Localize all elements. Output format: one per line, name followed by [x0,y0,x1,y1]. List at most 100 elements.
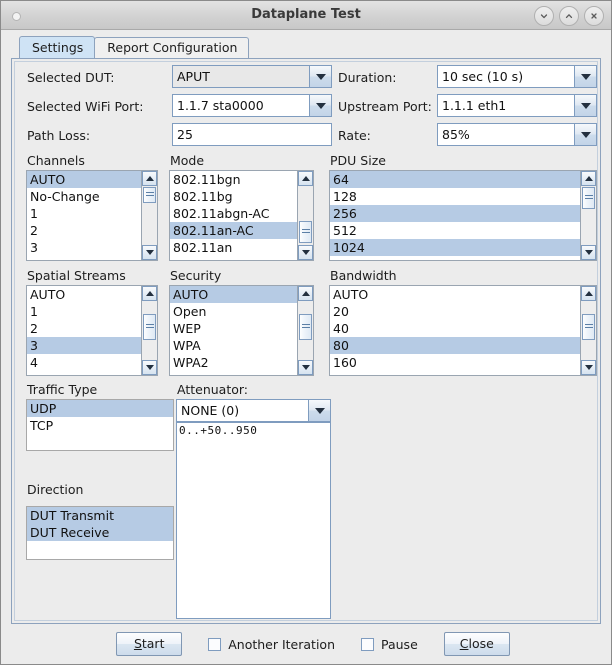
list-item[interactable]: 1 [27,205,141,222]
attenuator-combobox[interactable]: NONE (0) [176,399,331,422]
selected-dut-chevron-down-icon[interactable] [310,65,332,88]
list-item[interactable]: 40 [330,320,580,337]
minimize-button[interactable] [534,6,554,26]
scrollbar-thumb[interactable] [582,187,595,209]
duration-label: Duration: [338,70,397,85]
list-item[interactable]: 160 [330,354,580,371]
pdu-size-scrollbar[interactable] [580,171,596,260]
traffic-type-label: Traffic Type [27,382,98,397]
scrollbar-thumb[interactable] [299,314,312,340]
scroll-up-icon[interactable] [298,286,313,301]
selected-dut-combobox[interactable]: APUT [172,65,332,88]
spatial-streams-listbox[interactable]: AUTO 1 2 3 4 [26,285,158,376]
list-item[interactable]: 4 [27,354,141,371]
traffic-type-listbox[interactable]: UDP TCP [26,399,174,451]
list-item[interactable]: 802.11an [170,239,297,256]
upstream-port-combobox[interactable]: 1.1.1 eth1 [437,94,597,117]
duration-combobox[interactable]: 10 sec (10 s) [437,65,597,88]
scroll-down-icon[interactable] [142,360,157,375]
scroll-up-icon[interactable] [581,286,596,301]
list-item[interactable]: 80 [330,337,580,354]
bandwidth-listbox[interactable]: AUTO 20 40 80 160 [329,285,597,376]
direction-listbox[interactable]: DUT Transmit DUT Receive [26,506,174,560]
attenuator-chevron-down-icon[interactable] [309,399,331,422]
list-item[interactable]: 802.11bg [170,188,297,205]
list-item[interactable]: 2 [27,320,141,337]
mode-scrollbar[interactable] [297,171,313,260]
upstream-port-label: Upstream Port: [338,99,432,114]
spatial-streams-scrollbar[interactable] [141,286,157,375]
scroll-down-icon[interactable] [298,360,313,375]
list-item[interactable]: AUTO [27,171,141,188]
path-loss-input[interactable]: 25 [172,123,332,146]
start-button-mnemonic: S [133,636,142,651]
tab-settings[interactable]: Settings [19,36,96,58]
pause-checkbox-box[interactable] [361,637,374,651]
list-item[interactable]: AUTO [330,286,580,303]
path-loss-field[interactable]: 25 [172,123,332,146]
scroll-up-icon[interactable] [142,286,157,301]
upstream-port-chevron-down-icon[interactable] [575,94,597,117]
list-item[interactable]: TCP [27,417,173,434]
another-iteration-checkbox-box[interactable] [208,637,222,651]
scrollbar-thumb[interactable] [299,221,312,243]
list-item[interactable]: AUTO [27,286,141,303]
list-item[interactable]: 512 [330,222,580,239]
security-scrollbar[interactable] [297,286,313,375]
list-item[interactable]: 3 [27,239,141,256]
list-item[interactable]: 3 [27,337,141,354]
mode-listbox[interactable]: 802.11bgn 802.11bg 802.11abgn-AC 802.11a… [169,170,314,261]
duration-chevron-down-icon[interactable] [575,65,597,88]
list-item[interactable]: AUTO [170,286,297,303]
list-item[interactable]: DUT Receive [27,524,173,541]
close-action-button[interactable]: Close [443,632,510,656]
scroll-up-icon[interactable] [298,171,313,186]
scrollbar-thumb[interactable] [582,314,595,340]
list-item[interactable]: UDP [27,400,173,417]
close-button[interactable] [584,6,604,26]
scroll-up-icon[interactable] [581,171,596,186]
list-item[interactable]: No-Change [27,188,141,205]
list-item[interactable]: WEP [170,320,297,337]
spatial-streams-items: AUTO 1 2 3 4 [27,286,141,375]
channels-listbox[interactable]: AUTO No-Change 1 2 3 [26,170,158,261]
scroll-down-icon[interactable] [581,360,596,375]
another-iteration-checkbox[interactable]: Another Iteration [208,637,335,652]
list-item[interactable]: 20 [330,303,580,320]
list-item[interactable]: 802.11an-AC [170,222,297,239]
list-item[interactable]: 1024 [330,239,580,256]
scrollbar-thumb[interactable] [143,314,156,340]
rate-chevron-down-icon[interactable] [575,123,597,146]
attenuator-detail-area[interactable]: 0..+50..950 [176,422,331,619]
scrollbar-thumb[interactable] [143,187,156,203]
list-item[interactable]: 802.11bgn [170,171,297,188]
bandwidth-scrollbar[interactable] [580,286,596,375]
pdu-size-listbox[interactable]: 64 128 256 512 1024 [329,170,597,261]
list-item[interactable]: 64 [330,171,580,188]
pause-checkbox[interactable]: Pause [361,637,418,652]
dataplane-test-window: Dataplane Test Settings Report Configura… [0,0,612,665]
list-item[interactable]: 128 [330,188,580,205]
list-item[interactable]: 256 [330,205,580,222]
start-button[interactable]: Start [116,632,183,656]
list-item[interactable]: DUT Transmit [27,507,173,524]
list-item[interactable]: WPA [170,337,297,354]
rate-combobox[interactable]: 85% [437,123,597,146]
selected-dut-value: APUT [172,65,310,88]
selected-wifi-port-chevron-down-icon[interactable] [310,94,332,117]
security-listbox[interactable]: AUTO Open WEP WPA WPA2 [169,285,314,376]
channels-scrollbar[interactable] [141,171,157,260]
selected-wifi-port-combobox[interactable]: 1.1.7 sta0000 [172,94,332,117]
maximize-button[interactable] [559,6,579,26]
tab-report-configuration[interactable]: Report Configuration [94,37,250,58]
list-item[interactable]: 802.11abgn-AC [170,205,297,222]
scroll-up-icon[interactable] [142,171,157,186]
scroll-down-icon[interactable] [298,245,313,260]
settings-panel-inner: Selected DUT: APUT Duration: 10 sec (10 … [14,61,598,621]
list-item[interactable]: Open [170,303,297,320]
list-item[interactable]: 1 [27,303,141,320]
list-item[interactable]: 2 [27,222,141,239]
list-item[interactable]: WPA2 [170,354,297,371]
scroll-down-icon[interactable] [142,245,157,260]
scroll-down-icon[interactable] [581,245,596,260]
